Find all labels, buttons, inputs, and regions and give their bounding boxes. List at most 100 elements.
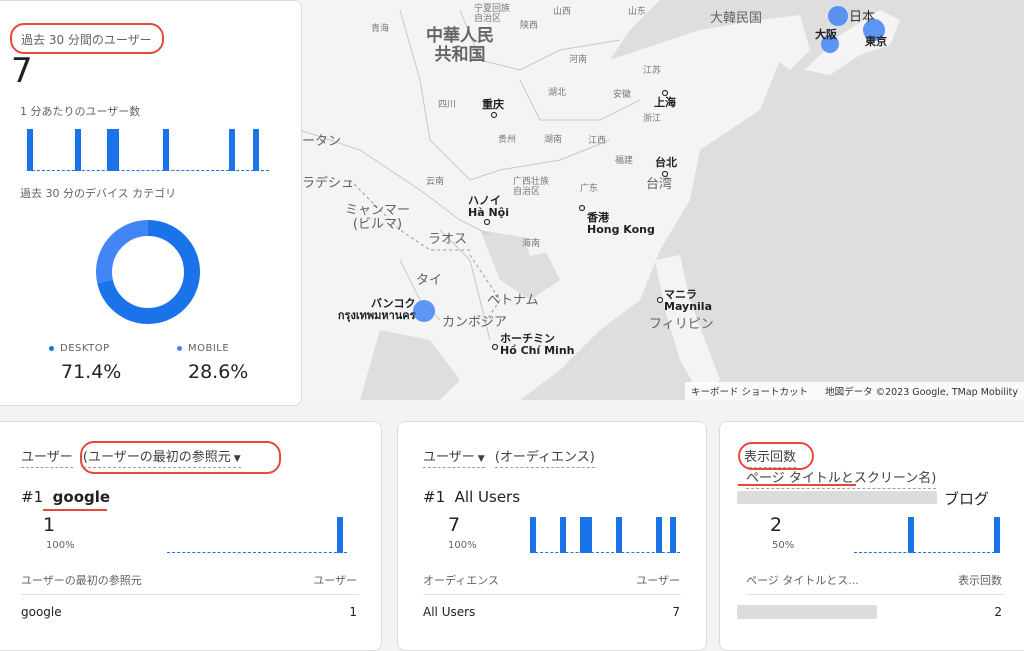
map-attribution: キーボード ショートカット 地図データ ©2023 Google, TMap M… [685, 382, 1024, 400]
row-name[interactable]: All Users [423, 605, 475, 619]
map-label-anhui: 安徽 [613, 90, 632, 100]
map-label-hanoi: ハノイ Hà Nội [468, 194, 509, 220]
realtime-user-count: 7 [11, 51, 33, 91]
source-sparkline[interactable] [167, 517, 347, 553]
annotation-circle-title [10, 23, 164, 54]
map-label-hunan: 湖南 [544, 135, 563, 145]
top-value: 1 [43, 514, 56, 536]
map-label-guangdong: 广东 [580, 184, 599, 194]
legend-desktop: DESKTOP [49, 343, 110, 354]
annotation-underline-google [43, 509, 107, 511]
map-label-hubei: 湖北 [548, 88, 567, 98]
sparkline-bar [560, 517, 566, 553]
legend-mobile: MOBILE [177, 343, 229, 354]
mobile-dot-icon [177, 345, 182, 351]
minute-bar [229, 129, 235, 171]
minute-bar [163, 129, 169, 171]
map-label-chongqing: 重庆 [482, 98, 504, 111]
redacted-page-title [737, 491, 937, 504]
column-dimension: ユーザーの最初の参照元 [21, 574, 142, 587]
per-minute-label: 1 分あたりのユーザー数 [20, 105, 141, 118]
annotation-circle-metric [738, 442, 814, 470]
row-name[interactable]: google [21, 605, 62, 619]
sparkline-bar [994, 517, 1000, 553]
map-label-japan: 日本 [849, 10, 876, 25]
dimension-selector[interactable]: (オーディエンス) [494, 450, 595, 468]
map-label-korea: 大韓民国 [710, 11, 763, 26]
column-metric: ユーザー [313, 574, 357, 587]
map-label-guangxi: 广西壮族 自治区 [513, 177, 550, 197]
row-value: 1 [349, 605, 357, 619]
dimension-selector[interactable]: ページ タイトルとスクリーン名) [746, 471, 937, 489]
map-label-bangkok: バンコク กรุงเทพมหานคร [337, 297, 416, 323]
sparkline-bar [670, 517, 676, 553]
map-label-taiwan: 台湾 [646, 177, 673, 192]
metric-selector[interactable]: ユーザー ▼ [423, 450, 485, 468]
sparkline-bar [337, 517, 343, 553]
minute-bar [253, 129, 259, 171]
map-label-china: 中華人民 共和国 [426, 26, 494, 65]
map-label-myanmar: ミャンマー (ビルマ) [345, 203, 411, 233]
minute-bar [27, 129, 33, 171]
map-label-shanxi: 山西 [553, 7, 572, 17]
map-label-qinghai: 青海 [371, 24, 390, 34]
top-value: 7 [448, 514, 461, 536]
map-label-ningxia: 宁夏回族 自治区 [474, 4, 511, 24]
map-label-sichuan: 四川 [438, 100, 457, 110]
desktop-dot-icon [49, 345, 54, 351]
first-source-card: ユーザー (ユーザーの最初の参照元 ▼ #1 google 1 100% ユーザー… [0, 421, 382, 651]
map-label-hainan: 海南 [522, 239, 541, 249]
map-label-zhejiang: 浙江 [643, 114, 662, 124]
top-value: 2 [770, 514, 783, 536]
map-label-tokyo: 東京 [865, 35, 887, 48]
map-label-shanghai: 上海 [654, 96, 676, 109]
column-metric: ユーザー [636, 574, 680, 587]
sparkline-bar [616, 517, 622, 553]
map-label-guizhou: 贵州 [498, 135, 517, 145]
top-percent: 100% [448, 540, 477, 551]
map-label-jiangsu: 江苏 [643, 66, 662, 76]
desktop-share: 71.4% [61, 361, 122, 383]
views-sparkline[interactable] [854, 517, 1000, 553]
column-dimension: オーディエンス [423, 574, 500, 587]
column-metric: 表示回数 [958, 574, 1002, 587]
top-percent: 50% [772, 540, 795, 551]
realtime-users-card: 過去 30 分間のユーザー 7 1 分あたりのユーザー数 過去 30 分のデバイ… [0, 0, 302, 406]
sparkline-bar [530, 517, 536, 553]
metric-selector[interactable]: ユーザー [21, 450, 73, 468]
map-label-osaka: 大阪 [815, 28, 837, 41]
caret-down-icon: ▼ [477, 454, 485, 464]
sparkline-bar [656, 517, 662, 553]
keyboard-shortcuts-link[interactable]: キーボード ショートカット [691, 387, 808, 398]
map-label-bangladesh: ラデシュ [302, 176, 355, 191]
map-label-philippines: フィリピン [649, 317, 714, 332]
sparkline-bar [586, 517, 592, 553]
map-label-taipei: 台北 [655, 156, 677, 169]
row-value: 2 [994, 605, 1002, 619]
map-label-yunnan: 云南 [426, 177, 445, 187]
mobile-share: 28.6% [188, 361, 249, 383]
annotation-underline-dimension [738, 484, 856, 486]
map-label-laos: ラオス [428, 232, 468, 247]
top-item: #1 All Users [423, 488, 521, 506]
column-dimension: ページ タイトルとス... [746, 574, 859, 587]
map-label-hongkong: 香港 Hong Kong [587, 211, 655, 237]
audience-card-header: ユーザー ▼ (オーディエンス) [423, 446, 595, 468]
map-label-bhutan: ータン [302, 134, 342, 149]
redacted-row-name [737, 605, 877, 619]
map-label-shandong: 山东 [628, 7, 647, 17]
audience-sparkline[interactable] [530, 517, 680, 553]
map-data-credit: 地図データ ©2023 Google, TMap Mobility [825, 387, 1018, 398]
map-label-cambodia: カンボジア [442, 315, 508, 330]
sparkline-bar [908, 517, 914, 553]
map-label-henan: 河南 [569, 55, 588, 65]
map-label-thailand: タイ [416, 273, 443, 288]
map-label-fujian: 福建 [615, 156, 634, 166]
top-item: #1 google [21, 488, 111, 506]
row-value: 7 [672, 605, 680, 619]
page-views-card: 表示回数 ページ タイトルとスクリーン名) ブログ 2 50% ページ タイトル… [719, 421, 1024, 651]
audience-card: ユーザー ▼ (オーディエンス) #1 All Users 7 100% オーディ… [397, 421, 707, 651]
per-minute-bar-chart[interactable] [27, 129, 269, 171]
top-item-suffix: ブログ [944, 490, 990, 508]
device-donut-chart[interactable] [88, 212, 208, 332]
